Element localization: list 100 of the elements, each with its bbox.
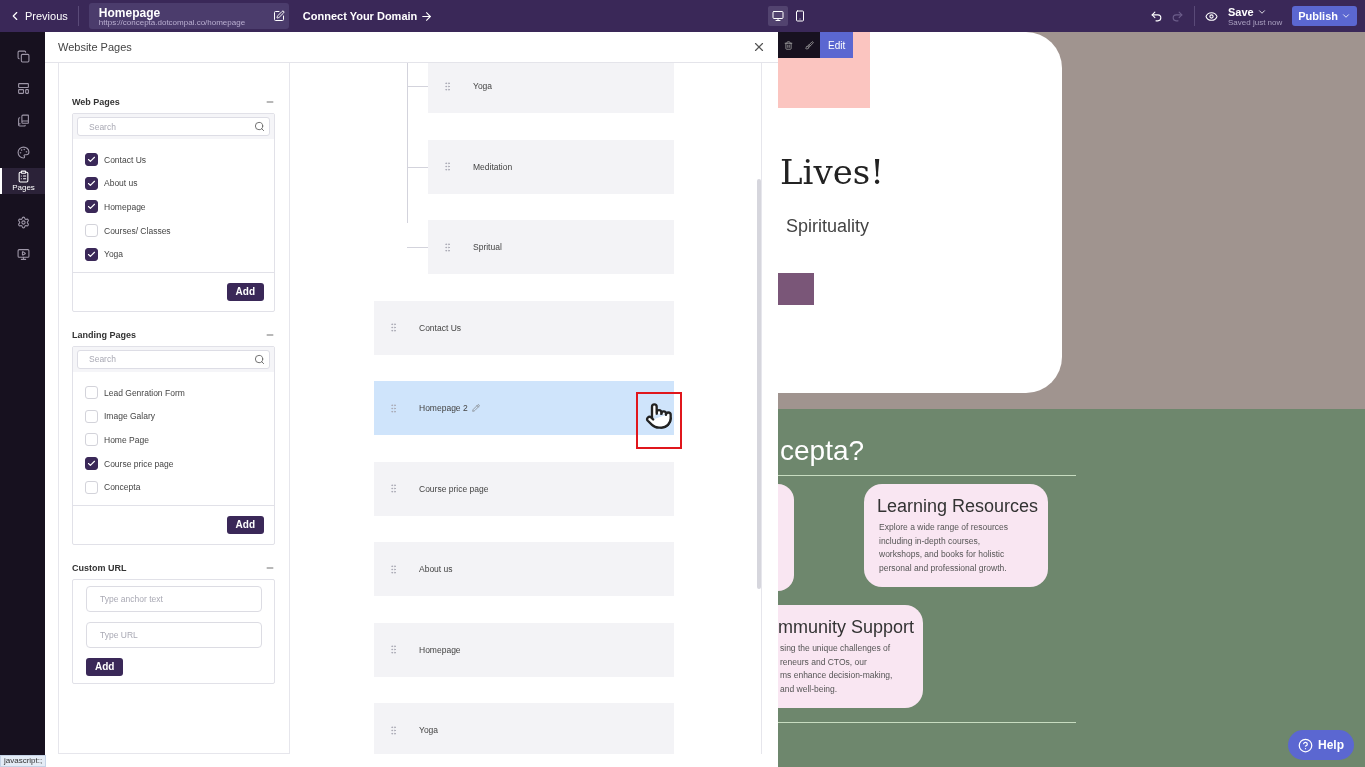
pages-nav-item[interactable]: Pages — [0, 168, 45, 194]
page-name: Homepage — [419, 644, 461, 655]
card-title: mmunity Support — [778, 617, 913, 638]
card-text: sing the unique challenges of reneurs and CTOs, our ms enhance decision-making, and well-being. — [780, 642, 894, 696]
add-button[interactable]: Add — [86, 657, 124, 676]
check-icon — [87, 459, 96, 469]
page-card[interactable]: Course price page — [374, 461, 674, 516]
page-card[interactable]: Homepage — [374, 622, 674, 677]
search-field[interactable]: Search — [77, 349, 270, 369]
drag-handle-icon[interactable] — [442, 80, 453, 92]
desktop-view-button[interactable] — [767, 6, 788, 26]
section-title: Landing Pages — [72, 329, 136, 340]
page-option-label: About us — [104, 178, 138, 189]
panel-title: Website Pages — [58, 41, 132, 53]
save-status: Saved just now — [1228, 17, 1283, 27]
checkbox[interactable] — [85, 153, 98, 167]
checkbox[interactable] — [85, 247, 98, 261]
previous-button[interactable]: Previous — [8, 9, 68, 23]
card-title: Learning Resources — [877, 496, 1039, 517]
arrow-right-icon — [420, 9, 434, 23]
section-title: Custom URL — [72, 562, 127, 573]
desktop-icon — [771, 10, 784, 22]
layout-icon — [17, 81, 30, 95]
page-name: Meditation — [473, 161, 513, 172]
page-option-label: Yoga — [104, 249, 124, 260]
hero-subheading: Spirituality — [786, 216, 871, 237]
page-card[interactable]: Spritual — [428, 220, 674, 274]
caret-icon — [1341, 11, 1351, 21]
preview-eye-icon[interactable] — [1205, 9, 1218, 23]
page-option-label: Home Page — [104, 434, 149, 445]
page-option-label: Lead Genration Form — [104, 387, 185, 398]
save-button[interactable]: Save — [1228, 5, 1267, 18]
section-title: Web Pages — [72, 97, 120, 107]
help-button[interactable]: Help — [1288, 730, 1354, 760]
edit-icon[interactable] — [272, 10, 285, 22]
checkbox[interactable] — [85, 457, 98, 471]
page-name: Spritual — [473, 242, 502, 252]
trash-icon[interactable] — [784, 40, 793, 50]
drag-handle-icon[interactable] — [442, 161, 453, 172]
page-name: Homepage 2 — [419, 403, 468, 413]
scrollbar[interactable] — [757, 179, 761, 589]
check-icon — [87, 249, 96, 259]
page-name: Yoga — [419, 725, 439, 735]
page-name: Contact Us — [419, 322, 462, 333]
page-option-label: Homepage — [104, 202, 146, 212]
brush-icon[interactable] — [805, 40, 814, 50]
check-icon — [87, 155, 96, 165]
page-card[interactable]: Yoga — [428, 63, 674, 113]
edit-button[interactable]: Edit — [820, 32, 854, 58]
page-option-label: Concepta — [104, 482, 141, 493]
mobile-icon — [793, 10, 806, 22]
checkbox[interactable] — [85, 176, 98, 190]
page-selector[interactable]: Homepage https://concepta.dotcompal.co/homepage — [88, 3, 289, 29]
search-icon[interactable] — [254, 121, 265, 132]
drag-handle-icon[interactable] — [388, 322, 399, 333]
add-button[interactable]: Add — [226, 515, 264, 534]
page-title: Homepage — [98, 6, 162, 19]
drag-handle-icon[interactable] — [388, 724, 399, 736]
page-name: About us — [419, 564, 453, 574]
page-option-label: Course price page — [104, 458, 174, 469]
books-icon — [17, 113, 30, 127]
search-field[interactable]: Search — [77, 117, 270, 136]
pages-stack-icon — [17, 49, 30, 63]
publish-button[interactable]: Publish — [1292, 6, 1357, 26]
page-card[interactable]: About us — [374, 542, 674, 596]
input-field[interactable]: Type anchor text — [86, 585, 262, 612]
page-card[interactable]: Meditation — [428, 139, 674, 194]
page-card[interactable]: Contact Us — [374, 300, 674, 355]
close-icon[interactable] — [752, 40, 766, 54]
card-text: Explore a wide range of resources including in-depth courses, workshops, and books for holistic personal and professional growth. — [879, 521, 1009, 575]
page-name: Course price page — [419, 483, 489, 494]
check-icon — [87, 178, 96, 188]
clipboard-icon — [17, 170, 30, 183]
page-card[interactable]: Homepage 2 — [374, 381, 674, 435]
checkbox[interactable] — [85, 200, 98, 214]
drag-handle-icon[interactable] — [388, 483, 399, 494]
check-icon — [87, 202, 96, 212]
hand-cursor-icon — [645, 402, 673, 430]
palette-icon — [17, 145, 30, 159]
drag-handle-icon[interactable] — [388, 644, 399, 655]
pencil-icon[interactable] — [471, 404, 480, 412]
drag-handle-icon[interactable] — [388, 563, 399, 575]
connect-domain-link[interactable]: Connect Your Domain — [302, 9, 434, 23]
page-option-label: Contact Us — [104, 154, 147, 165]
status-link-text: javascript:; — [0, 755, 47, 767]
add-button[interactable]: Add — [226, 282, 264, 301]
page-option-label: Courses/ Classes — [104, 225, 171, 236]
page-card[interactable]: Yoga — [374, 703, 674, 754]
help-icon — [1298, 737, 1313, 753]
section-heading: cepta? — [780, 435, 866, 467]
hero-heading: Lives! — [780, 152, 885, 192]
monitor-icon — [17, 247, 30, 261]
page-name: Yoga — [473, 81, 493, 91]
page-option-label: Image Galary — [104, 411, 156, 422]
drag-handle-icon[interactable] — [388, 402, 399, 414]
search-icon[interactable] — [254, 353, 265, 365]
input-field[interactable]: Type URL — [86, 621, 262, 648]
undo-icon[interactable] — [1150, 9, 1163, 23]
drag-handle-icon[interactable] — [442, 241, 453, 253]
settings-icon — [17, 215, 30, 229]
